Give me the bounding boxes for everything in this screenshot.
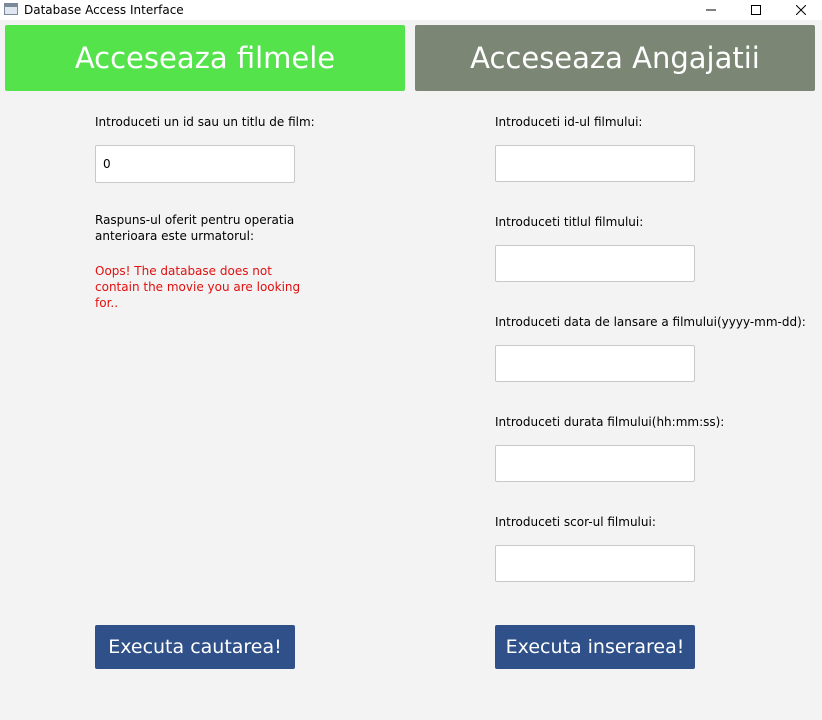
response-label: Raspuns-ul oferit pentru operatia anteri… bbox=[95, 213, 295, 243]
release-date-input[interactable] bbox=[495, 345, 695, 382]
insert-button[interactable]: Executa inserarea! bbox=[495, 625, 695, 669]
response-error-text: Oops! The database does not contain the … bbox=[95, 264, 301, 310]
app-window-icon bbox=[4, 3, 18, 15]
movie-title-label: Introduceti titlul filmului: bbox=[495, 215, 644, 229]
duration-input[interactable] bbox=[495, 445, 695, 482]
maximize-button[interactable] bbox=[733, 0, 779, 20]
movie-title-input[interactable] bbox=[495, 245, 695, 282]
close-icon bbox=[796, 5, 806, 15]
search-button[interactable]: Executa cautarea! bbox=[95, 625, 295, 669]
movie-id-input[interactable] bbox=[495, 145, 695, 182]
release-date-label: Introduceti data de lansare a filmului(y… bbox=[495, 315, 806, 329]
search-input[interactable] bbox=[95, 145, 295, 183]
title-bar: Database Access Interface bbox=[0, 0, 822, 20]
movie-id-label: Introduceti id-ul filmului: bbox=[495, 115, 643, 129]
score-label: Introduceti scor-ul filmului: bbox=[495, 515, 656, 529]
maximize-icon bbox=[751, 5, 761, 15]
minimize-button[interactable] bbox=[688, 0, 734, 20]
close-button[interactable] bbox=[778, 0, 822, 20]
tab-films[interactable]: Acceseaza filmele bbox=[5, 25, 405, 91]
tab-employees[interactable]: Acceseaza Angajatii bbox=[415, 25, 815, 91]
search-prompt-label: Introduceti un id sau un titlu de film: bbox=[95, 115, 315, 129]
score-input[interactable] bbox=[495, 545, 695, 582]
window-title: Database Access Interface bbox=[24, 3, 184, 17]
minimize-icon bbox=[706, 9, 716, 11]
duration-label: Introduceti durata filmului(hh:mm:ss): bbox=[495, 415, 725, 429]
